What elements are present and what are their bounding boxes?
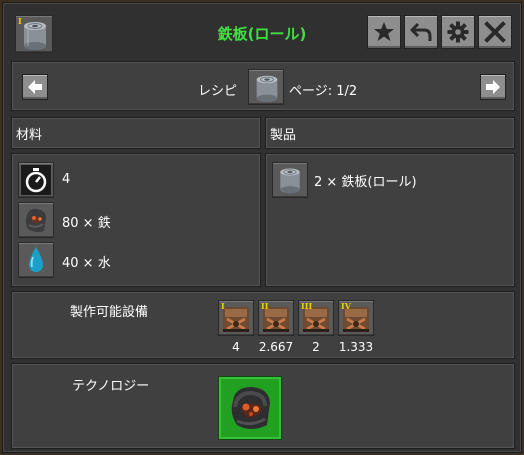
ingredient-slot-iron[interactable] — [18, 202, 54, 238]
recipe-nav-panel: レシピ ページ: 1/2 — [11, 61, 515, 111]
gear-icon — [447, 21, 469, 43]
crafter-machine-slot[interactable]: IV — [338, 300, 374, 336]
prev-page-button[interactable] — [22, 74, 48, 100]
ingredient-text: 40 × 水 — [62, 256, 111, 271]
iron-ore-tech-icon — [231, 387, 270, 429]
products-header: 製品 — [265, 117, 515, 149]
ingredient-slot-time[interactable] — [18, 162, 54, 198]
ingredients-title: 材料 — [16, 128, 43, 143]
ingredient-text: 80 × 鉄 — [62, 216, 111, 231]
back-button[interactable] — [404, 15, 438, 49]
tier-badge: I — [221, 301, 225, 311]
settings-button[interactable] — [441, 15, 475, 49]
water-drop-icon — [29, 247, 43, 272]
right-arrow-icon — [486, 80, 500, 94]
close-icon — [484, 21, 506, 43]
crafting-machine-icon — [223, 307, 249, 332]
recipe-label: レシピ — [198, 84, 238, 99]
recipe-window: I 鉄板(ロール) レシピ ページ: 1/2 材料 製品 4 80 × 鉄 40… — [2, 2, 522, 453]
technology-panel: テクノロジー — [11, 363, 515, 449]
crafter-machine-slot[interactable]: III — [298, 300, 334, 336]
next-page-button[interactable] — [480, 74, 506, 100]
products-title: 製品 — [270, 128, 297, 143]
title-bar[interactable]: I 鉄板(ロール) — [3, 3, 521, 57]
recipe-icon-slot[interactable] — [248, 69, 284, 105]
crafters-panel: 製作可能設備 I 4 II 2.667 III 2 IV 1.333 — [11, 291, 515, 359]
iron-ore-icon — [25, 208, 46, 233]
crafter-speed: 1.333 — [338, 340, 374, 354]
favorite-button[interactable] — [367, 15, 401, 49]
stopwatch-icon — [21, 165, 51, 195]
product-text: 2 × 鉄板(ロール) — [314, 175, 417, 190]
tier-badge: IV — [341, 301, 351, 311]
page-indicator: ページ: 1/2 — [289, 84, 358, 99]
iron-plate-roll-icon — [280, 168, 300, 194]
technology-label: テクノロジー — [72, 379, 150, 394]
ingredient-text: 4 — [62, 172, 71, 187]
iron-plate-roll-icon — [256, 75, 278, 103]
ingredients-panel: 4 80 × 鉄 40 × 水 — [11, 153, 261, 287]
ingredient-slot-water[interactable] — [18, 242, 54, 278]
crafter-machine-slot[interactable]: I — [218, 300, 254, 336]
star-icon — [374, 22, 394, 41]
ingredients-header: 材料 — [11, 117, 261, 149]
left-arrow-icon — [28, 80, 42, 94]
tier-badge: II — [261, 301, 269, 311]
product-slot[interactable] — [272, 162, 308, 198]
back-arrow-icon — [410, 22, 432, 41]
products-panel: 2 × 鉄板(ロール) — [265, 153, 515, 287]
tier-badge: III — [301, 301, 313, 311]
crafters-label: 製作可能設備 — [70, 305, 149, 320]
technology-button[interactable] — [218, 376, 282, 440]
crafter-machine-slot[interactable]: II — [258, 300, 294, 336]
close-button[interactable] — [478, 15, 512, 49]
